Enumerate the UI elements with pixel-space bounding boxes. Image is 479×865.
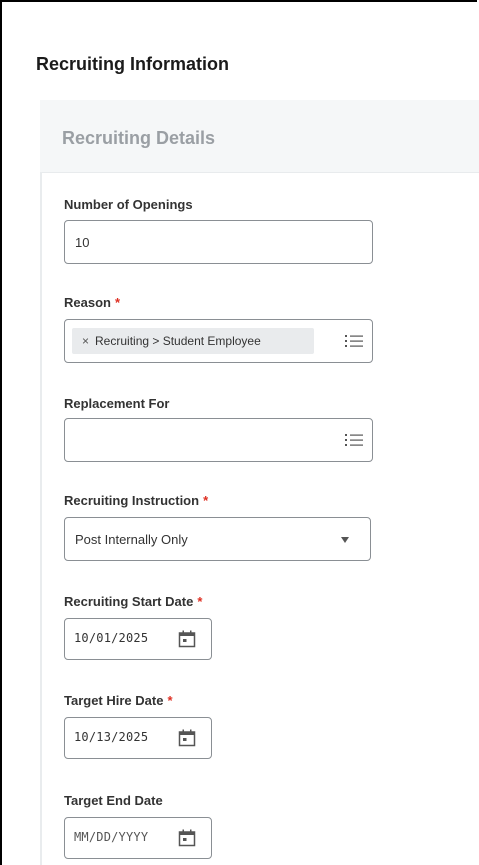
replacement-prompt[interactable] [64, 418, 373, 462]
openings-label-text: Number of Openings [64, 197, 193, 212]
dropdown-arrow-icon [341, 537, 349, 543]
target-end-label: Target End Date [64, 793, 163, 808]
instruction-value: Post Internally Only [75, 532, 188, 547]
target-hire-value: 10/13/2025 [74, 730, 149, 744]
reason-label: Reason * [64, 295, 120, 310]
start-date-label: Recruiting Start Date * [64, 594, 202, 609]
replacement-label-text: Replacement For [64, 396, 170, 411]
start-date-label-text: Recruiting Start Date [64, 594, 194, 609]
openings-input[interactable]: 10 [64, 220, 373, 264]
target-end-input[interactable]: MM/DD/YYYY [64, 817, 212, 859]
list-icon[interactable] [345, 334, 363, 348]
required-marker: * [197, 594, 203, 609]
openings-label: Number of Openings [64, 197, 193, 212]
card-header: Recruiting Details [40, 100, 479, 173]
instruction-select[interactable]: Post Internally Only [64, 517, 371, 561]
section-title: Recruiting Information [36, 54, 229, 74]
card-border [40, 172, 42, 865]
target-hire-label: Target Hire Date * [64, 693, 173, 708]
replacement-label: Replacement For [64, 396, 169, 411]
target-end-placeholder: MM/DD/YYYY [74, 830, 149, 844]
target-hire-input[interactable]: 10/13/2025 [64, 717, 212, 759]
reason-pill-text: Recruiting > Student Employee [95, 334, 261, 348]
instruction-label: Recruiting Instruction * [64, 493, 208, 508]
calendar-icon[interactable] [178, 829, 196, 847]
target-hire-label-text: Target Hire Date [64, 693, 164, 708]
reason-selected-pill: × Recruiting > Student Employee [72, 328, 314, 354]
calendar-icon[interactable] [178, 630, 196, 648]
instruction-label-text: Recruiting Instruction [64, 493, 200, 508]
required-marker: * [114, 295, 121, 310]
openings-value: 10 [75, 235, 90, 250]
target-end-label-text: Target End Date [64, 793, 163, 808]
card-title: Recruiting Details [62, 128, 216, 148]
start-date-input[interactable]: 10/01/2025 [64, 618, 212, 660]
calendar-icon[interactable] [178, 729, 196, 747]
reason-prompt[interactable]: × Recruiting > Student Employee [64, 319, 373, 363]
required-marker: * [203, 493, 209, 508]
required-marker: * [167, 693, 173, 708]
remove-pill-icon[interactable]: × [82, 334, 89, 348]
list-icon[interactable] [345, 433, 363, 447]
reason-label-text: Reason [64, 295, 111, 310]
start-date-value: 10/01/2025 [74, 631, 149, 645]
